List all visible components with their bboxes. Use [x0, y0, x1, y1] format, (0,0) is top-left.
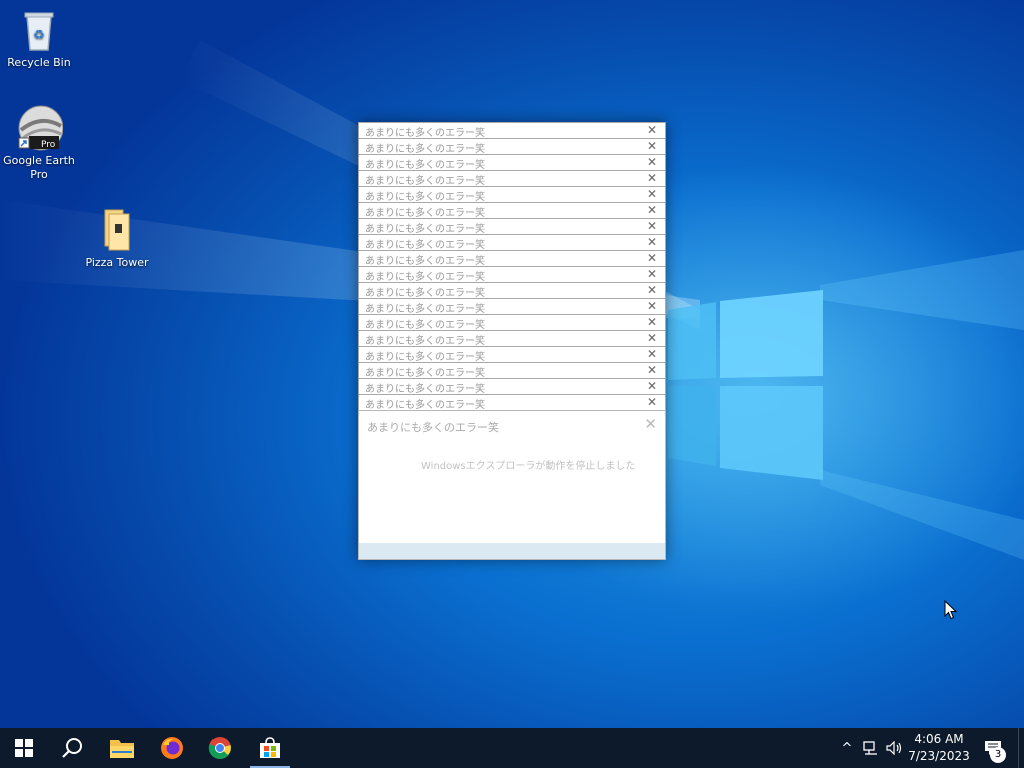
close-icon[interactable]: ✕	[647, 315, 657, 329]
error-dialog-titlebar[interactable]: あまりにも多くのエラー笑 ✕	[358, 218, 666, 235]
error-dialog-stack: あまりにも多くのエラー笑 ✕ あまりにも多くのエラー笑 ✕ あまりにも多くのエラー笑 ✕ あ…	[358, 122, 666, 560]
error-dialog-titlebar[interactable]: あまりにも多くのエラー笑 ✕	[358, 282, 666, 299]
dialog-message: Windowsエクスプローラが動作を停止しました	[421, 461, 636, 472]
dialog-title: あまりにも多くのエラー笑	[365, 240, 485, 251]
error-dialog-titlebar[interactable]: あまりにも多くのエラー笑 ✕	[358, 330, 666, 347]
volume-button[interactable]	[884, 728, 906, 768]
dialog-title: あまりにも多くのエラー笑	[365, 160, 485, 171]
desktop-icon-pizza-tower[interactable]: Pizza Tower	[78, 206, 156, 270]
close-icon[interactable]: ✕	[647, 139, 657, 153]
error-dialog-titlebar[interactable]: あまりにも多くのエラー笑 ✕	[358, 362, 666, 379]
close-icon[interactable]: ✕	[647, 203, 657, 217]
show-hidden-icons-button[interactable]: ^	[836, 728, 858, 768]
error-dialog-titlebar[interactable]: あまりにも多くのエラー笑 ✕	[358, 122, 666, 139]
start-button[interactable]	[0, 728, 48, 768]
close-icon[interactable]: ✕	[647, 187, 657, 201]
close-icon[interactable]: ✕	[647, 123, 657, 137]
error-dialog-titlebar[interactable]: あまりにも多くのエラー笑 ✕	[358, 234, 666, 251]
dialog-title: あまりにも多くのエラー笑	[365, 384, 485, 395]
dialog-title: あまりにも多くのエラー笑	[365, 256, 485, 267]
dialog-title: あまりにも多くのエラー笑	[365, 224, 485, 235]
search-icon	[62, 738, 82, 758]
dialog-title: あまりにも多くのエラー笑	[365, 336, 485, 347]
close-icon[interactable]: ✕	[647, 283, 657, 297]
dialog-title: あまりにも多くのエラー笑	[365, 320, 485, 331]
close-icon[interactable]: ✕	[647, 235, 657, 249]
chrome-button[interactable]	[196, 728, 244, 768]
dialog-title: あまりにも多くのエラー笑	[365, 208, 485, 219]
firefox-button[interactable]	[148, 728, 196, 768]
clock-time: 4:06 AM	[914, 732, 964, 746]
error-dialog-titlebar[interactable]: あまりにも多くのエラー笑 ✕	[358, 314, 666, 331]
dialog-title: あまりにも多くのエラー笑	[365, 368, 485, 379]
firefox-icon	[161, 737, 183, 759]
microsoft-store-icon	[260, 737, 280, 758]
microsoft-store-button[interactable]	[246, 728, 294, 768]
close-icon[interactable]: ✕	[647, 331, 657, 345]
error-dialog-titlebar[interactable]: あまりにも多くのエラー笑 ✕	[358, 186, 666, 203]
close-icon[interactable]: ✕	[647, 395, 657, 409]
close-icon[interactable]: ✕	[647, 379, 657, 393]
windows-logo-wallpaper	[668, 290, 823, 480]
network-button[interactable]	[860, 728, 882, 768]
show-desktop-button[interactable]	[1018, 728, 1024, 768]
speaker-icon	[886, 741, 902, 755]
close-icon[interactable]: ✕	[644, 415, 657, 433]
dialog-title: あまりにも多くのエラー笑	[365, 400, 485, 411]
desktop-icon-label: Recycle Bin	[7, 56, 71, 69]
dialog-title: あまりにも多くのエラー笑	[365, 272, 485, 283]
notification-count-badge: 3	[990, 747, 1006, 763]
chevron-up-icon: ^	[841, 740, 853, 756]
google-earth-pro-icon: Pro	[15, 104, 64, 152]
dialog-footer	[359, 543, 665, 559]
error-dialog-titlebar[interactable]: あまりにも多くのエラー笑 ✕	[358, 346, 666, 363]
clock-date: 7/23/2023	[908, 749, 970, 763]
clock[interactable]: 4:06 AM 7/23/2023	[904, 731, 974, 765]
desktop-icon-label: Google Earth Pro	[3, 154, 75, 181]
dialog-title: あまりにも多くのエラー笑	[365, 352, 485, 363]
error-dialog-titlebar[interactable]: あまりにも多くのエラー笑 ✕	[358, 378, 666, 395]
folder-icon	[93, 206, 141, 254]
chrome-icon	[208, 737, 231, 760]
desktop: { "desktop": { "icons": [ {"label": "Rec…	[0, 0, 1024, 768]
close-icon[interactable]: ✕	[647, 155, 657, 169]
pro-badge: Pro	[41, 140, 56, 150]
error-dialog-titlebar[interactable]: あまりにも多くのエラー笑 ✕	[358, 250, 666, 267]
close-icon[interactable]: ✕	[647, 299, 657, 313]
close-icon[interactable]: ✕	[647, 219, 657, 233]
dialog-title: あまりにも多くのエラー笑	[365, 128, 485, 139]
recycle-bin-icon: ♻	[15, 6, 63, 54]
error-dialog-titlebar[interactable]: あまりにも多くのエラー笑 ✕	[358, 154, 666, 171]
error-dialog-titlebar[interactable]: あまりにも多くのエラー笑 ✕	[358, 202, 666, 219]
search-button[interactable]	[48, 728, 96, 768]
taskbar: ^ 4:06 AM 7/23/2023	[0, 728, 1024, 768]
start-icon	[15, 739, 33, 757]
error-dialog-titlebar[interactable]: あまりにも多くのエラー笑 ✕	[358, 138, 666, 155]
desktop-icon-google-earth-pro[interactable]: Pro Google Earth Pro	[0, 104, 78, 182]
dialog-title: あまりにも多くのエラー笑	[367, 421, 499, 434]
error-dialog-titlebar[interactable]: あまりにも多くのエラー笑 ✕	[358, 394, 666, 411]
close-icon[interactable]: ✕	[647, 171, 657, 185]
dialog-title: あまりにも多くのエラー笑	[365, 144, 485, 155]
close-icon[interactable]: ✕	[647, 347, 657, 361]
dialog-title: あまりにも多くのエラー笑	[365, 288, 485, 299]
dialog-title: あまりにも多くのエラー笑	[365, 176, 485, 187]
desktop-icon-recycle-bin[interactable]: ♻ Recycle Bin	[0, 6, 78, 70]
error-dialog[interactable]: あまりにも多くのエラー笑 ✕ Windowsエクスプローラが動作を停止しました	[358, 410, 666, 560]
file-explorer-button[interactable]	[98, 728, 146, 768]
close-icon[interactable]: ✕	[647, 251, 657, 265]
network-icon	[863, 741, 877, 755]
error-dialog-titlebar[interactable]: あまりにも多くのエラー笑 ✕	[358, 298, 666, 315]
close-icon[interactable]: ✕	[647, 267, 657, 281]
error-dialog-titlebar[interactable]: あまりにも多くのエラー笑 ✕	[358, 170, 666, 187]
error-dialog-titlebar[interactable]: あまりにも多くのエラー笑 ✕	[358, 266, 666, 283]
desktop-icon-label: Pizza Tower	[85, 256, 149, 269]
mouse-pointer-icon	[944, 600, 958, 620]
svg-text:♻: ♻	[33, 28, 45, 43]
dialog-title: あまりにも多くのエラー笑	[365, 192, 485, 203]
close-icon[interactable]: ✕	[647, 363, 657, 377]
file-explorer-icon	[110, 740, 134, 758]
dialog-title: あまりにも多くのエラー笑	[365, 304, 485, 315]
